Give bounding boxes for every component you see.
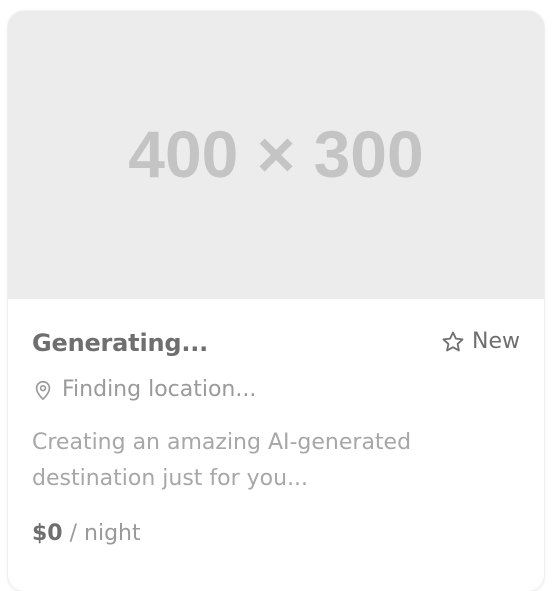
listing-description: Creating an amazing AI-generated destina… [32,430,412,491]
listing-card[interactable]: 400 × 300 Generating... New Finding loca… [8,11,544,591]
new-badge-label: New [472,329,520,354]
star-outline-icon [442,331,464,351]
location-text: Finding location... [62,377,257,402]
price-unit: / night [69,521,141,546]
listing-price: $0 / night [32,521,141,546]
listing-image-placeholder[interactable]: 400 × 300 [8,11,544,299]
map-pin-icon [35,380,51,400]
listing-title: Generating... [32,329,209,357]
price-amount: $0 [32,521,63,546]
new-badge: New [441,329,520,354]
image-placeholder-text: 400 × 300 [128,117,424,191]
listing-location: Finding location... [32,377,256,402]
